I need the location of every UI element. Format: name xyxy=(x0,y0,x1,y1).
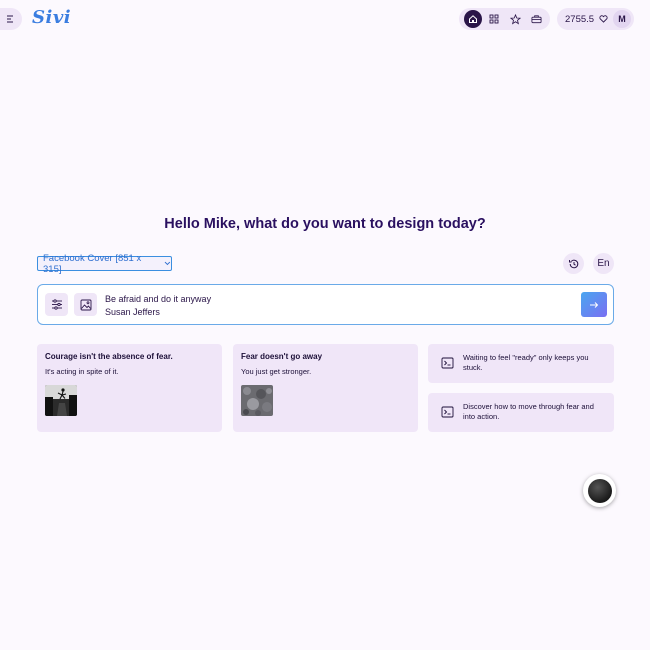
idea-text: Discover how to move through fear and in… xyxy=(463,402,594,421)
terminal-icon xyxy=(440,405,454,419)
card-title: Fear doesn't go away xyxy=(241,352,323,361)
language-label: En xyxy=(597,258,610,269)
settings-button[interactable] xyxy=(45,293,68,316)
card-subtitle: You just get stronger. xyxy=(241,367,312,376)
card-thumbnail xyxy=(241,385,273,416)
home-icon[interactable] xyxy=(463,10,482,28)
chevron-down-icon xyxy=(164,261,171,266)
prompt-text: Be afraid and do it anyway Susan Jeffers xyxy=(105,293,211,319)
avatar[interactable]: M xyxy=(613,10,631,28)
arrow-right-icon xyxy=(590,301,599,308)
image-icon xyxy=(80,299,91,310)
size-dropdown[interactable]: Facebook Cover [851 x 315] xyxy=(37,253,172,275)
record-button[interactable] xyxy=(583,474,616,507)
idea-card[interactable]: Discover how to move through fear and in… xyxy=(428,393,614,432)
idea-text: Waiting to feel "ready" only keeps you s… xyxy=(463,353,589,372)
prompt-line-1: Be afraid and do it anyway xyxy=(105,294,212,304)
record-icon xyxy=(587,478,612,503)
image-button[interactable] xyxy=(74,293,97,316)
logo[interactable]: Sivi xyxy=(32,7,71,28)
top-nav xyxy=(459,8,550,30)
history-icon xyxy=(568,259,578,268)
grid-icon[interactable] xyxy=(485,10,503,28)
card-title: Courage isn't the absence of fear. xyxy=(45,352,173,361)
menu-icon xyxy=(7,15,13,23)
suggestion-card[interactable]: Fear doesn't go away You just get strong… xyxy=(233,344,418,432)
prompt-input[interactable]: Be afraid and do it anyway Susan Jeffers xyxy=(37,284,614,325)
sliders-icon xyxy=(51,299,62,310)
language-button[interactable]: En xyxy=(593,253,614,274)
page-title: Hello Mike, what do you want to design t… xyxy=(164,216,486,232)
history-button[interactable] xyxy=(563,253,584,274)
idea-card[interactable]: Waiting to feel "ready" only keeps you s… xyxy=(428,344,614,383)
star-icon[interactable] xyxy=(506,10,524,28)
prompt-line-2: Susan Jeffers xyxy=(105,307,160,317)
card-thumbnail xyxy=(45,385,77,416)
card-subtitle: It's acting in spite of it. xyxy=(45,367,119,376)
send-button[interactable] xyxy=(581,292,607,317)
credits-value: 2755.5 xyxy=(565,13,595,25)
suggestion-card[interactable]: Courage isn't the absence of fear. It's … xyxy=(37,344,222,432)
menu-button[interactable] xyxy=(0,8,22,30)
terminal-icon xyxy=(440,356,454,370)
size-dropdown-label: Facebook Cover [851 x 315] xyxy=(43,252,142,275)
briefcase-icon[interactable] xyxy=(527,10,545,28)
heart-icon xyxy=(599,15,608,23)
